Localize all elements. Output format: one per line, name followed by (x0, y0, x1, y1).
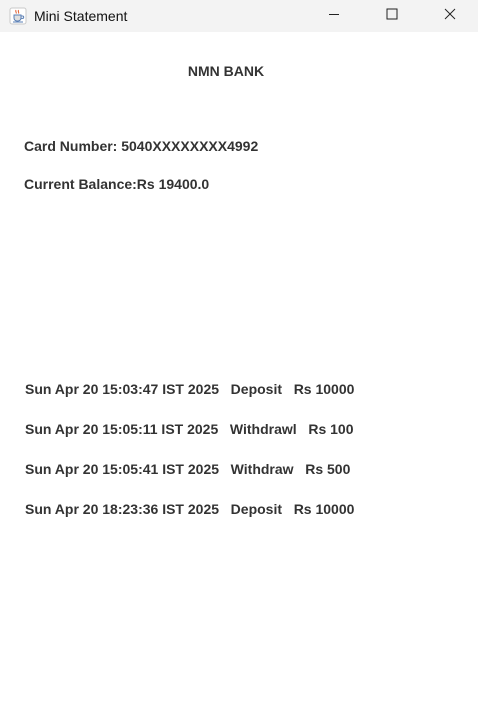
maximize-icon (386, 7, 398, 25)
java-cup-icon (9, 7, 27, 25)
close-button[interactable] (424, 0, 476, 32)
transaction-row: Sun Apr 20 15:05:11 IST 2025 Withdrawl R… (25, 421, 354, 437)
card-number-label: Card Number: 5040XXXXXXXX4992 (24, 138, 259, 154)
minimize-button[interactable] (308, 0, 360, 32)
transaction-row: Sun Apr 20 15:05:41 IST 2025 Withdraw Rs… (25, 461, 351, 477)
transaction-row: Sun Apr 20 18:23:36 IST 2025 Deposit Rs … (25, 501, 355, 517)
window-title: Mini Statement (34, 8, 128, 24)
bank-name-heading: NMN BANK (187, 63, 265, 79)
minimize-icon (328, 7, 340, 25)
current-balance-label: Current Balance:Rs 19400.0 (24, 176, 210, 192)
statement-panel: NMN BANK Card Number: 5040XXXXXXXX4992 C… (0, 32, 478, 728)
maximize-button[interactable] (366, 0, 418, 32)
transaction-row: Sun Apr 20 15:03:47 IST 2025 Deposit Rs … (25, 381, 355, 397)
close-icon (444, 7, 456, 25)
title-bar[interactable]: Mini Statement (0, 0, 478, 32)
mini-statement-window: Mini Statement NMN BANK Card Number: 504… (0, 0, 478, 728)
